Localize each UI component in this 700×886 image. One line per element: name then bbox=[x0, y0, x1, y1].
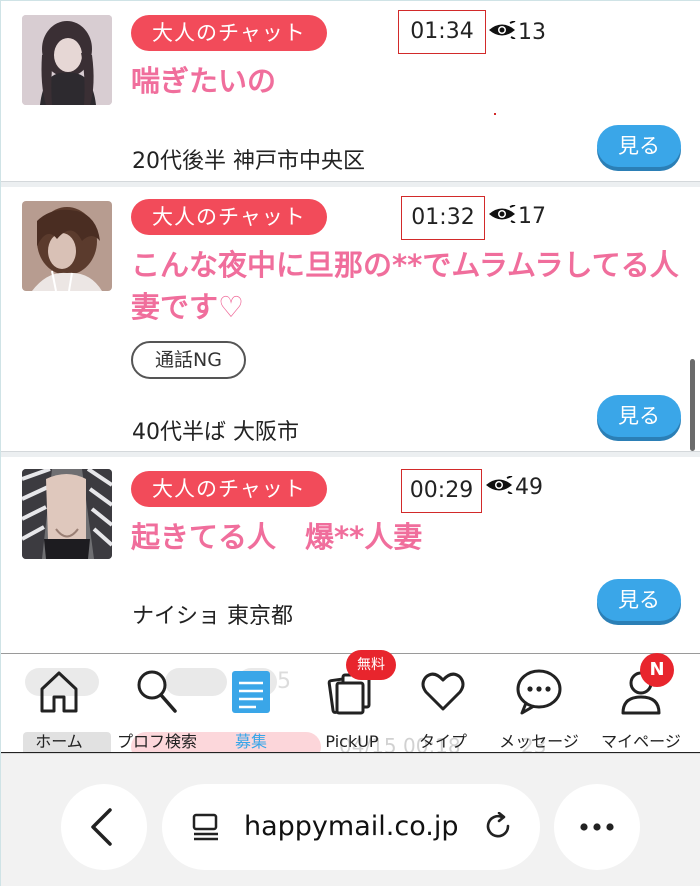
view-count: 49 bbox=[485, 468, 543, 508]
post-list[interactable]: 大人のチャット 01:34 13 喘ぎたいの 20代後半 神戸市中央区 見る 大… bbox=[1, 1, 700, 653]
category-badge: 大人のチャット bbox=[131, 15, 327, 51]
view-count: 17 bbox=[488, 197, 546, 237]
tab-home[interactable]: ホーム bbox=[21, 663, 97, 751]
back-button[interactable] bbox=[61, 784, 147, 870]
notification-badge: N bbox=[640, 653, 674, 687]
chevron-left-icon bbox=[91, 808, 112, 846]
free-badge: 無料 bbox=[346, 650, 396, 680]
post-time: 00:29 bbox=[401, 469, 482, 513]
post-card[interactable]: 大人のチャット 01:34 13 喘ぎたいの 20代後半 神戸市中央区 見る bbox=[1, 1, 700, 187]
browser-toolbar: happymail.co.jp bbox=[1, 753, 700, 886]
url-text: happymail.co.jp bbox=[244, 811, 459, 842]
tab-label: メッセージ bbox=[499, 732, 579, 751]
post-avatar[interactable] bbox=[22, 15, 112, 105]
bottom-tab-bar: ホーム プロフ検索 募集 PickUP 無料 タイプ メッセージ マイページ N bbox=[1, 650, 700, 753]
eye-icon bbox=[488, 197, 516, 237]
app-viewport: 大人のチャット 01:34 13 喘ぎたいの 20代後半 神戸市中央区 見る 大… bbox=[0, 0, 700, 886]
post-title[interactable]: 起きてる人 爆**人妻 bbox=[131, 516, 681, 558]
view-button[interactable]: 見る bbox=[597, 395, 681, 437]
reload-icon[interactable] bbox=[484, 812, 514, 842]
post-location: ナイショ 東京都 bbox=[132, 604, 293, 629]
view-count-value: 17 bbox=[518, 204, 546, 229]
view-count-value: 49 bbox=[515, 475, 543, 500]
post-avatar[interactable] bbox=[22, 201, 112, 291]
message-bubble-icon bbox=[514, 667, 564, 715]
tab-type[interactable]: タイプ bbox=[411, 663, 475, 751]
post-location: 20代後半 神戸市中央区 bbox=[132, 149, 365, 174]
tab-label: プロフ検索 bbox=[116, 732, 197, 751]
post-avatar[interactable] bbox=[22, 469, 112, 559]
tab-profile-search[interactable]: プロフ検索 bbox=[109, 663, 205, 751]
tab-label: 募集 bbox=[234, 732, 267, 751]
view-count-value: 13 bbox=[518, 20, 546, 45]
post-location: 40代半ば 大阪市 bbox=[132, 420, 299, 445]
board-icon bbox=[226, 667, 276, 715]
tab-label: ホーム bbox=[35, 732, 83, 751]
search-icon bbox=[132, 667, 182, 715]
home-icon bbox=[34, 667, 84, 715]
category-badge: 大人のチャット bbox=[131, 199, 327, 235]
post-time: 01:34 bbox=[398, 10, 486, 54]
call-ng-tag: 通話NG bbox=[131, 341, 246, 379]
address-bar[interactable]: happymail.co.jp bbox=[162, 784, 540, 870]
view-count: 13 bbox=[488, 13, 546, 53]
more-button[interactable] bbox=[554, 784, 640, 870]
post-title[interactable]: 喘ぎたいの bbox=[131, 60, 681, 102]
tab-messages[interactable]: メッセージ bbox=[493, 663, 585, 751]
view-button[interactable]: 見る bbox=[597, 125, 681, 167]
tab-label: タイプ bbox=[418, 732, 467, 751]
tab-label: PickUP bbox=[325, 732, 379, 751]
marker-dot bbox=[494, 113, 496, 115]
post-card[interactable]: 大人のチャット 01:32 17 こんな夜中に旦那の**でムラムラしてる人妻です… bbox=[1, 187, 700, 457]
more-dots-icon bbox=[580, 823, 614, 831]
eye-icon bbox=[488, 13, 516, 53]
reader-mode-icon[interactable] bbox=[190, 812, 224, 842]
eye-icon bbox=[485, 468, 513, 508]
view-button[interactable]: 見る bbox=[597, 579, 681, 621]
scrollbar[interactable] bbox=[690, 359, 695, 451]
post-title[interactable]: こんな夜中に旦那の**でムラムラしてる人妻です♡ bbox=[131, 244, 681, 328]
tab-label: マイページ bbox=[601, 732, 681, 751]
heart-icon bbox=[418, 667, 468, 715]
post-time: 01:32 bbox=[401, 196, 485, 240]
category-badge: 大人のチャット bbox=[131, 471, 327, 507]
post-card[interactable]: 大人のチャット 00:29 49 起きてる人 爆**人妻 ナイショ 東京都 見る bbox=[1, 457, 700, 653]
tab-recruit[interactable]: 募集 bbox=[219, 663, 283, 751]
